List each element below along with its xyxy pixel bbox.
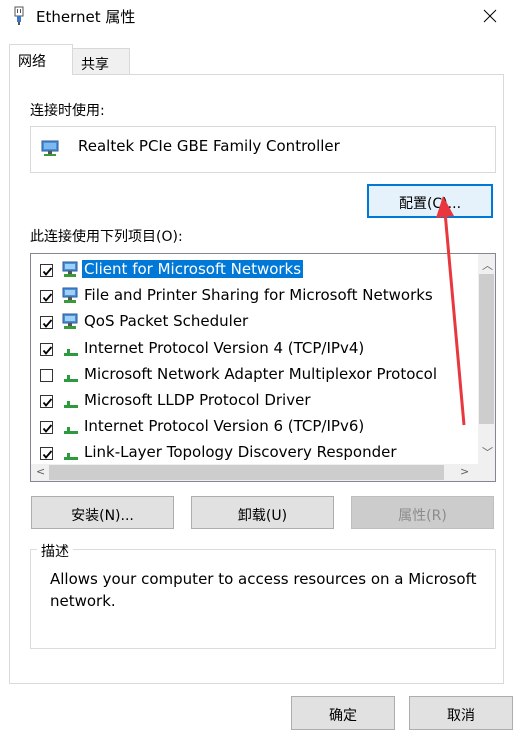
uninstall-button[interactable]: 卸载(U): [191, 496, 334, 529]
list-item[interactable]: Link-Layer Topology Discovery Responder: [31, 440, 471, 466]
tab-sharing-label: 共享: [81, 57, 109, 73]
list-item[interactable]: Internet Protocol Version 6 (TCP/IPv6): [31, 414, 471, 440]
list-item[interactable]: Internet Protocol Version 4 (TCP/IPv4): [31, 336, 471, 362]
ok-button[interactable]: 确定: [291, 696, 395, 730]
item-label: Client for Microsoft Networks: [82, 260, 304, 278]
scroll-down-icon[interactable]: ﹀: [482, 444, 493, 460]
properties-button[interactable]: 属性(R): [351, 496, 494, 529]
list-item[interactable]: File and Printer Sharing for Microsoft N…: [31, 283, 471, 309]
install-button-label: 安装(N)...: [71, 508, 134, 524]
configure-button-label: 配置(C)...: [398, 196, 462, 212]
checkmark-icon: [42, 319, 53, 329]
cancel-button[interactable]: 取消: [409, 696, 513, 730]
ok-button-label: 确定: [329, 708, 357, 724]
scroll-up-icon[interactable]: ︿: [482, 257, 493, 273]
checkmark-icon: [42, 346, 53, 355]
title-bar: Ethernet 属性: [0, 0, 513, 32]
configure-button[interactable]: 配置(C)...: [367, 184, 493, 218]
item-checkbox[interactable]: [40, 316, 53, 330]
horizontal-scrollbar[interactable]: < >: [31, 464, 479, 481]
ethernet-icon: [12, 6, 26, 26]
horizontal-scroll-thumb[interactable]: [49, 465, 444, 480]
close-button[interactable]: [467, 0, 513, 32]
vertical-scroll-thumb[interactable]: [479, 274, 494, 424]
close-icon: [483, 9, 497, 23]
checkmark-icon: [42, 293, 53, 303]
checkmark-icon: [42, 267, 53, 276]
item-checkbox[interactable]: [40, 290, 53, 304]
checkmark-icon: [42, 424, 53, 434]
tab-network-label: 网络: [18, 54, 46, 70]
install-button[interactable]: 安装(N)...: [31, 496, 174, 529]
list-item[interactable]: Client for Microsoft Networks: [31, 257, 471, 283]
items-label: 此连接使用下列项目(O):: [30, 229, 183, 245]
item-checkbox[interactable]: [40, 395, 53, 408]
item-checkbox[interactable]: [40, 447, 53, 461]
item-label: Internet Protocol Version 4 (TCP/IPv4): [84, 338, 365, 357]
uninstall-button-label: 卸载(U): [237, 508, 288, 524]
tab-network[interactable]: 网络: [9, 44, 73, 75]
network-protocol-icon: [62, 392, 82, 414]
properties-button-label: 属性(R): [398, 508, 447, 524]
description-text: Allows your computer to access resources…: [50, 570, 477, 610]
list-item[interactable]: Microsoft Network Adapter Multiplexor Pr…: [31, 362, 471, 388]
cancel-button-label: 取消: [447, 708, 475, 724]
item-checkbox[interactable]: [40, 421, 53, 435]
item-label: File and Printer Sharing for Microsoft N…: [84, 286, 433, 305]
item-label: Link-Layer Topology Discovery Responder: [84, 443, 397, 462]
vertical-scrollbar[interactable]: ︿ ﹀: [478, 254, 495, 465]
scroll-left-icon[interactable]: <: [36, 465, 45, 478]
scrollbar-corner: [478, 464, 495, 481]
checkmark-icon: [42, 398, 53, 407]
item-checkbox[interactable]: [40, 342, 53, 356]
window-title: Ethernet 属性: [36, 8, 136, 26]
network-protocol-icon: [62, 340, 82, 362]
item-label: Microsoft Network Adapter Multiplexor Pr…: [84, 364, 437, 383]
network-adapter-icon: [41, 139, 61, 163]
list-item[interactable]: QoS Packet Scheduler: [31, 309, 471, 335]
network-service-icon: [62, 287, 82, 309]
item-label: Microsoft LLDP Protocol Driver: [84, 391, 311, 409]
adapter-name: Realtek PCIe GBE Family Controller: [78, 137, 340, 155]
description-title: 描述: [37, 541, 73, 561]
item-label: Internet Protocol Version 6 (TCP/IPv6): [84, 417, 365, 436]
network-protocol-icon: [62, 366, 82, 388]
list-item[interactable]: Microsoft LLDP Protocol Driver: [31, 388, 471, 414]
item-checkbox[interactable]: [40, 264, 53, 277]
checkmark-icon: [42, 450, 53, 460]
adapter-box: Realtek PCIe GBE Family Controller: [30, 126, 496, 173]
item-checkbox[interactable]: [40, 368, 53, 382]
item-label: QoS Packet Scheduler: [84, 312, 249, 331]
items-listbox[interactable]: Client for Microsoft Networks File and Pr…: [30, 253, 496, 482]
network-service-icon: [62, 313, 82, 335]
tab-sharing[interactable]: 共享: [72, 48, 130, 75]
scroll-right-icon[interactable]: >: [460, 465, 469, 478]
network-client-icon: [62, 261, 82, 283]
network-protocol-icon: [62, 418, 82, 440]
connect-using-label: 连接时使用:: [30, 103, 105, 119]
